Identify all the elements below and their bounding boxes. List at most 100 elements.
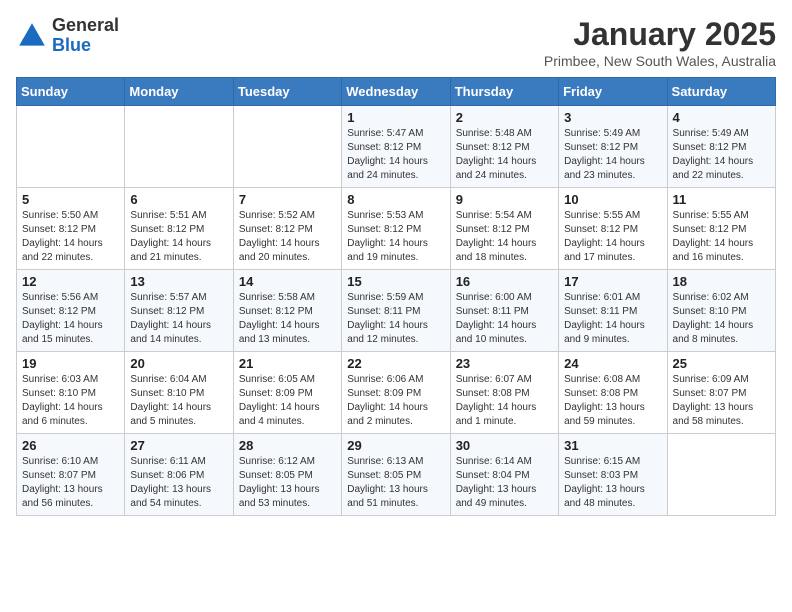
daylight-text: Daylight: 14 hours and 19 minutes. bbox=[347, 238, 428, 263]
day-info: Sunrise: 6:03 AMSunset: 8:10 PMDaylight:… bbox=[22, 373, 119, 429]
sunset-text: Sunset: 8:12 PM bbox=[130, 306, 204, 317]
header-thursday: Thursday bbox=[450, 78, 558, 106]
daylight-text: Daylight: 13 hours and 48 minutes. bbox=[564, 484, 645, 509]
sunrise-text: Sunrise: 5:55 AM bbox=[564, 210, 640, 221]
table-row: 6 Sunrise: 5:51 AMSunset: 8:12 PMDaylight… bbox=[125, 188, 233, 270]
sunrise-text: Sunrise: 6:15 AM bbox=[564, 456, 640, 467]
day-number: 30 bbox=[456, 438, 553, 453]
sunset-text: Sunset: 8:10 PM bbox=[22, 388, 96, 399]
day-number: 6 bbox=[130, 192, 227, 207]
sunrise-text: Sunrise: 5:54 AM bbox=[456, 210, 532, 221]
sunset-text: Sunset: 8:03 PM bbox=[564, 470, 638, 481]
daylight-text: Daylight: 13 hours and 53 minutes. bbox=[239, 484, 320, 509]
day-info: Sunrise: 5:58 AM Sunset: 8:12 PM Daylight:… bbox=[239, 291, 336, 347]
calendar-week-row: 1 Sunrise: 5:47 AM Sunset: 8:12 PM Daylight… bbox=[17, 106, 776, 188]
day-number: 20 bbox=[130, 356, 227, 371]
daylight-text: Daylight: 14 hours and 1 minute. bbox=[456, 402, 537, 427]
header-saturday: Saturday bbox=[667, 78, 775, 106]
sunset-text: Sunset: 8:12 PM bbox=[456, 224, 530, 235]
day-number: 24 bbox=[564, 356, 661, 371]
day-number: 1 bbox=[347, 110, 444, 125]
day-number: 21 bbox=[239, 356, 336, 371]
day-info: Sunrise: 5:55 AMSunset: 8:12 PMDaylight:… bbox=[673, 209, 770, 265]
sunrise-text: Sunrise: 6:10 AM bbox=[22, 456, 98, 467]
daylight-text: Daylight: 14 hours and 24 minutes. bbox=[347, 156, 428, 181]
sunrise-text: Sunrise: 6:03 AM bbox=[22, 374, 98, 385]
sunrise-text: Sunrise: 6:02 AM bbox=[673, 292, 749, 303]
sunrise-text: Sunrise: 6:07 AM bbox=[456, 374, 532, 385]
daylight-text: Daylight: 14 hours and 22 minutes. bbox=[673, 156, 754, 181]
daylight-text: Daylight: 14 hours and 4 minutes. bbox=[239, 402, 320, 427]
sunset-text: Sunset: 8:10 PM bbox=[673, 306, 747, 317]
sunset-text: Sunset: 8:12 PM bbox=[347, 142, 421, 153]
sunrise-text: Sunrise: 5:57 AM bbox=[130, 292, 206, 303]
day-number: 4 bbox=[673, 110, 770, 125]
daylight-text: Daylight: 14 hours and 13 minutes. bbox=[239, 320, 320, 345]
day-number: 19 bbox=[22, 356, 119, 371]
logo: General Blue bbox=[16, 16, 119, 56]
day-number: 3 bbox=[564, 110, 661, 125]
table-row bbox=[125, 106, 233, 188]
daylight-text: Daylight: 14 hours and 17 minutes. bbox=[564, 238, 645, 263]
sunset-text: Sunset: 8:11 PM bbox=[564, 306, 637, 317]
header-friday: Friday bbox=[559, 78, 667, 106]
day-info: Sunrise: 5:54 AMSunset: 8:12 PMDaylight:… bbox=[456, 209, 553, 265]
sunrise-text: Sunrise: 5:49 AM bbox=[673, 128, 749, 139]
day-info: Sunrise: 6:08 AMSunset: 8:08 PMDaylight:… bbox=[564, 373, 661, 429]
day-info: Sunrise: 5:49 AMSunset: 8:12 PMDaylight:… bbox=[564, 127, 661, 183]
table-row bbox=[233, 106, 341, 188]
daylight-text: Daylight: 14 hours and 20 minutes. bbox=[239, 238, 320, 263]
table-row bbox=[17, 106, 125, 188]
table-row: 29Sunrise: 6:13 AMSunset: 8:05 PMDayligh… bbox=[342, 434, 450, 516]
daylight-text: Daylight: 14 hours and 15 minutes. bbox=[22, 320, 103, 345]
table-row: 1 Sunrise: 5:47 AM Sunset: 8:12 PM Daylight… bbox=[342, 106, 450, 188]
sunrise-text: Sunrise: 5:50 AM bbox=[22, 210, 98, 221]
sunset-text: Sunset: 8:12 PM bbox=[239, 224, 313, 235]
day-number: 26 bbox=[22, 438, 119, 453]
day-info: Sunrise: 6:12 AMSunset: 8:05 PMDaylight:… bbox=[239, 455, 336, 511]
sunrise-text: Sunrise: 6:04 AM bbox=[130, 374, 206, 385]
daylight-text: Daylight: 14 hours and 23 minutes. bbox=[564, 156, 645, 181]
day-info: Sunrise: 6:11 AMSunset: 8:06 PMDaylight:… bbox=[130, 455, 227, 511]
sunset-text: Sunset: 8:08 PM bbox=[564, 388, 638, 399]
sunset-text: Sunset: 8:12 PM bbox=[564, 142, 638, 153]
sunset-text: Sunset: 8:07 PM bbox=[673, 388, 747, 399]
day-info: Sunrise: 6:02 AMSunset: 8:10 PMDaylight:… bbox=[673, 291, 770, 347]
day-info: Sunrise: 5:51 AMSunset: 8:12 PMDaylight:… bbox=[130, 209, 227, 265]
sunset-text: Sunset: 8:12 PM bbox=[239, 306, 313, 317]
sunrise-text: Sunrise: 5:55 AM bbox=[673, 210, 749, 221]
table-row: 15Sunrise: 5:59 AMSunset: 8:11 PMDayligh… bbox=[342, 270, 450, 352]
sunrise-text: Sunrise: 5:47 AM bbox=[347, 128, 423, 139]
sunrise-text: Sunrise: 5:59 AM bbox=[347, 292, 423, 303]
day-number: 16 bbox=[456, 274, 553, 289]
table-row: 8Sunrise: 5:53 AMSunset: 8:12 PMDaylight… bbox=[342, 188, 450, 270]
table-row: 27Sunrise: 6:11 AMSunset: 8:06 PMDayligh… bbox=[125, 434, 233, 516]
sunrise-text: Sunrise: 6:09 AM bbox=[673, 374, 749, 385]
sunrise-text: Sunrise: 5:58 AM bbox=[239, 292, 315, 303]
day-number: 14 bbox=[239, 274, 336, 289]
table-row: 31 Sunrise: 6:15 AM Sunset: 8:03 PM Dayligh… bbox=[559, 434, 667, 516]
day-number: 31 bbox=[564, 438, 661, 453]
day-info: Sunrise: 6:10 AMSunset: 8:07 PMDaylight:… bbox=[22, 455, 119, 511]
sunrise-text: Sunrise: 6:11 AM bbox=[130, 456, 205, 467]
table-row: 18Sunrise: 6:02 AMSunset: 8:10 PMDayligh… bbox=[667, 270, 775, 352]
day-number: 2 bbox=[456, 110, 553, 125]
table-row: 24 Sunrise: 6:08 AMSunset: 8:08 PMDayligh… bbox=[559, 352, 667, 434]
sunset-text: Sunset: 8:12 PM bbox=[673, 224, 747, 235]
sunset-text: Sunset: 8:12 PM bbox=[564, 224, 638, 235]
day-info: Sunrise: 6:01 AMSunset: 8:11 PMDaylight:… bbox=[564, 291, 661, 347]
sunrise-text: Sunrise: 6:01 AM bbox=[564, 292, 640, 303]
day-number: 8 bbox=[347, 192, 444, 207]
sunrise-text: Sunrise: 6:06 AM bbox=[347, 374, 423, 385]
sunset-text: Sunset: 8:12 PM bbox=[456, 142, 530, 153]
table-row: 2Sunrise: 5:48 AMSunset: 8:12 PMDaylight… bbox=[450, 106, 558, 188]
sunset-text: Sunset: 8:09 PM bbox=[239, 388, 313, 399]
sunset-text: Sunset: 8:10 PM bbox=[130, 388, 204, 399]
table-row: 17Sunrise: 6:01 AMSunset: 8:11 PMDayligh… bbox=[559, 270, 667, 352]
day-info: Sunrise: 6:09 AM Sunset: 8:07 PM Daylight:… bbox=[673, 373, 770, 429]
table-row: 9Sunrise: 5:54 AMSunset: 8:12 PMDaylight… bbox=[450, 188, 558, 270]
daylight-text: Daylight: 13 hours and 58 minutes. bbox=[673, 402, 754, 427]
day-info: Sunrise: 5:50 AMSunset: 8:12 PMDaylight:… bbox=[22, 209, 119, 265]
daylight-text: Daylight: 14 hours and 5 minutes. bbox=[130, 402, 211, 427]
title-block: January 2025 Primbee, New South Wales, A… bbox=[544, 16, 776, 69]
